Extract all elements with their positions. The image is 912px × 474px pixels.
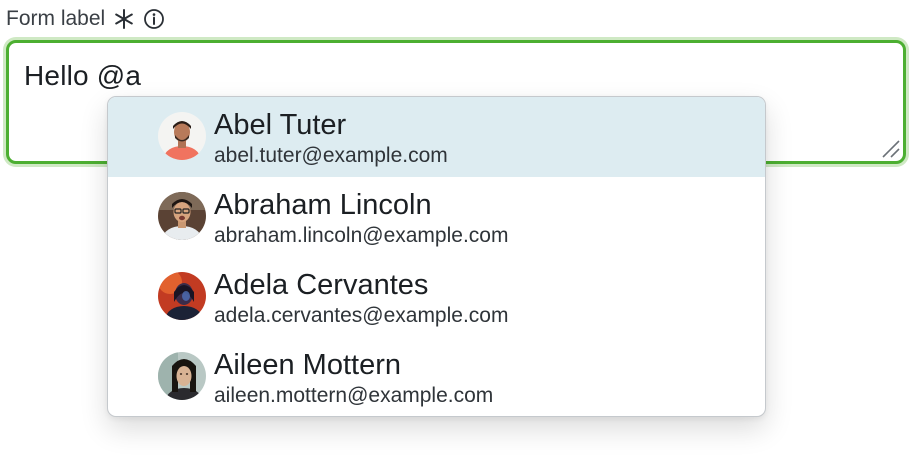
mention-suggestions-listbox: Abel Tuter abel.tuter@example.com Abraha… xyxy=(107,96,766,417)
option-name: Adela Cervantes xyxy=(214,269,429,301)
mention-option-abel-tuter[interactable]: Abel Tuter abel.tuter@example.com xyxy=(108,97,765,177)
resize-handle-icon[interactable] xyxy=(879,137,901,159)
mention-option-aileen-mottern[interactable]: Aileen Mottern aileen.mottern@example.co… xyxy=(108,337,765,416)
option-name: Aileen Mottern xyxy=(214,349,401,381)
option-email: aileen.mottern@example.com xyxy=(214,384,494,407)
asterisk-icon xyxy=(113,8,135,30)
option-email: adela.cervantes@example.com xyxy=(214,304,509,327)
avatar xyxy=(158,272,206,320)
mention-option-adela-cervantes[interactable]: Adela Cervantes adela.cervantes@example.… xyxy=(108,257,765,337)
mention-option-abraham-lincoln[interactable]: Abraham Lincoln abraham.lincoln@example.… xyxy=(108,177,765,257)
option-name: Abraham Lincoln xyxy=(214,189,432,221)
option-text: Aileen Mottern aileen.mottern@example.co… xyxy=(214,347,493,409)
avatar xyxy=(158,112,206,160)
option-text: Abraham Lincoln abraham.lincoln@example.… xyxy=(214,187,508,249)
option-text: Adela Cervantes adela.cervantes@example.… xyxy=(214,267,508,329)
textarea-value[interactable]: Hello @a xyxy=(24,60,141,92)
avatar xyxy=(158,192,206,240)
form-label: Form label xyxy=(6,7,106,30)
option-text: Abel Tuter abel.tuter@example.com xyxy=(214,107,448,169)
info-circle-icon[interactable] xyxy=(143,8,165,30)
option-email: abraham.lincoln@example.com xyxy=(214,224,509,247)
form-label-row: Form label xyxy=(6,5,165,33)
avatar xyxy=(158,352,206,400)
page: Form label Hello @a Abel Tuter abel.tute… xyxy=(0,0,912,474)
option-name: Abel Tuter xyxy=(214,109,347,141)
option-email: abel.tuter@example.com xyxy=(214,144,448,167)
